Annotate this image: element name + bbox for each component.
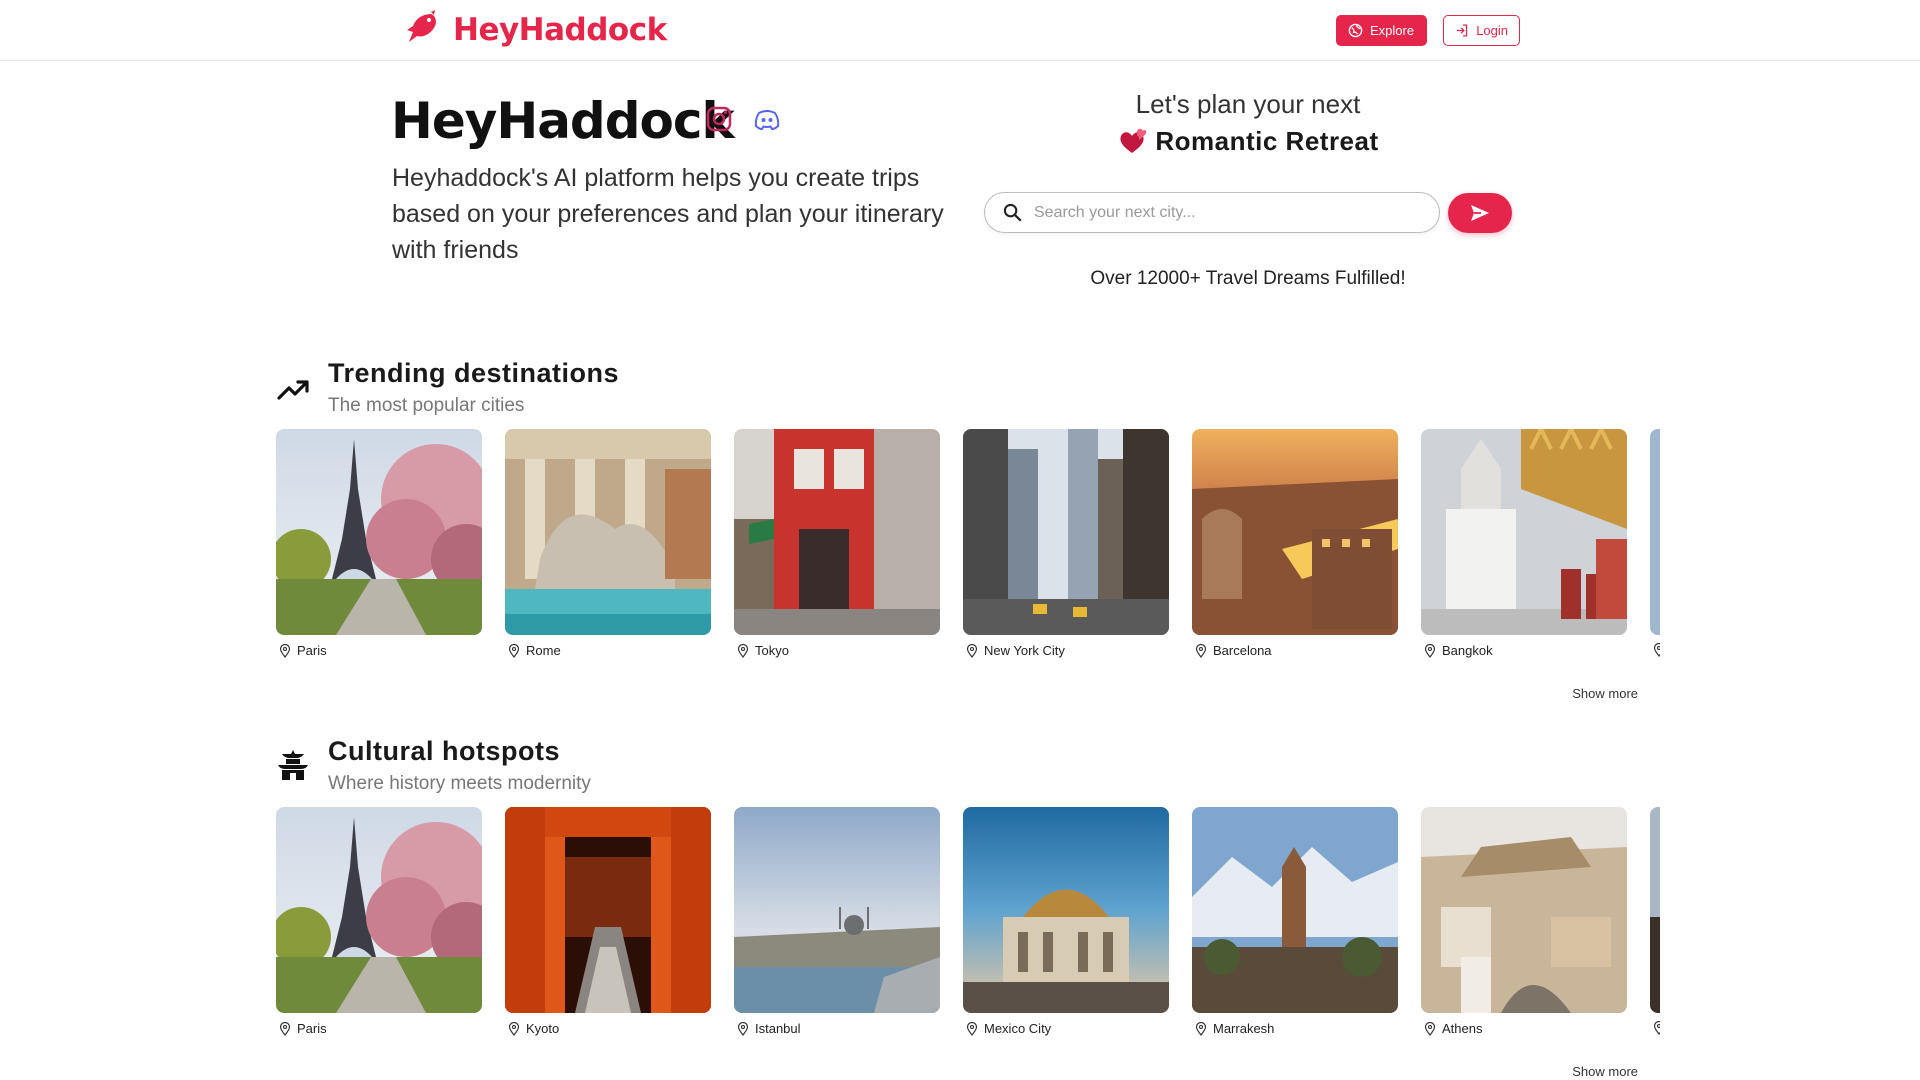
- marrakesh-photo: [1192, 807, 1398, 1013]
- location-pin-icon: [966, 643, 978, 658]
- city-name: Marrakesh: [1213, 1021, 1275, 1036]
- location-pin-icon: [1195, 643, 1207, 658]
- partial-photo: [1650, 807, 1660, 1013]
- section-title: Cultural hotspots: [328, 736, 560, 766]
- destination-card[interactable]: Bangkok: [1421, 429, 1627, 658]
- explore-label: Explore: [1370, 23, 1415, 38]
- card-row: Paris Rome Tokyo New York City Barcelona…: [276, 429, 1660, 669]
- destination-card[interactable]: Paris: [276, 429, 482, 658]
- destination-card[interactable]: Rome: [505, 429, 711, 658]
- fish-logo-icon: [407, 10, 436, 42]
- city-name: Kyoto: [526, 1021, 560, 1036]
- location-pin-icon: [1653, 1021, 1660, 1035]
- location-pin-icon: [1653, 643, 1660, 657]
- page-title: HeyHaddock: [391, 92, 735, 150]
- send-icon: [1471, 205, 1489, 221]
- destination-card[interactable]: Istanbul: [734, 807, 940, 1036]
- tokyo-photo: [734, 429, 940, 635]
- plan-prefix: Let's plan your next: [1135, 89, 1361, 119]
- login-button[interactable]: Login: [1443, 15, 1520, 46]
- location-pin-icon: [1424, 643, 1436, 658]
- destination-card[interactable]: [1650, 429, 1660, 657]
- istanbul-photo: [734, 807, 940, 1013]
- destination-card[interactable]: Paris: [276, 807, 482, 1036]
- barcelona-photo: [1192, 429, 1398, 635]
- section-title: Trending destinations: [328, 358, 620, 388]
- section-subtitle: The most popular cities: [328, 395, 525, 416]
- top-navbar: HeyHaddock Explore Login: [0, 0, 1920, 61]
- hero-description: Heyhaddock's AI platform helps you creat…: [392, 164, 944, 264]
- login-label: Login: [1476, 23, 1508, 38]
- location-pin-icon: [1195, 1021, 1207, 1036]
- paris-photo: [276, 429, 482, 635]
- paris-photo: [276, 807, 482, 1013]
- city-name: Paris: [297, 1021, 327, 1036]
- city-name: Athens: [1442, 1021, 1483, 1036]
- destination-card[interactable]: Marrakesh: [1192, 807, 1398, 1036]
- show-more-link[interactable]: Show more: [1572, 1064, 1638, 1079]
- city-name: Mexico City: [984, 1021, 1052, 1036]
- brand-name: HeyHaddock: [453, 12, 667, 48]
- location-pin-icon: [508, 643, 520, 658]
- destination-card[interactable]: Tokyo: [734, 429, 940, 658]
- brand-logo[interactable]: HeyHaddock: [401, 10, 667, 50]
- bangkok-photo: [1421, 429, 1627, 635]
- location-pin-icon: [966, 1021, 978, 1036]
- card-row: Paris Kyoto Istanbul Mexico City Marrake…: [276, 807, 1660, 1047]
- city-search-box[interactable]: [984, 192, 1440, 233]
- location-pin-icon: [737, 643, 749, 658]
- destination-card[interactable]: Kyoto: [505, 807, 711, 1036]
- athens-photo: [1421, 807, 1627, 1013]
- location-pin-icon: [508, 1021, 520, 1036]
- trending-up-icon: [277, 380, 309, 400]
- location-pin-icon: [1424, 1021, 1436, 1036]
- city-name: New York City: [984, 643, 1065, 658]
- destination-card[interactable]: Barcelona: [1192, 429, 1398, 658]
- search-submit-button[interactable]: [1448, 193, 1512, 233]
- two-hearts-icon: [1120, 128, 1147, 153]
- destination-card[interactable]: Athens: [1421, 807, 1627, 1036]
- city-name: Paris: [297, 643, 327, 658]
- instagram-icon[interactable]: [704, 104, 734, 134]
- explore-button[interactable]: Explore: [1336, 15, 1427, 46]
- partial-photo: [1650, 429, 1660, 635]
- section-trending: Trending destinations The most popular c…: [276, 356, 1660, 706]
- globe-icon: [1348, 23, 1363, 38]
- show-more-link[interactable]: Show more: [1572, 686, 1638, 701]
- new-york-photo: [963, 429, 1169, 635]
- plan-highlight-line: Romantic Retreat: [1048, 126, 1448, 157]
- destination-card[interactable]: Mexico City: [963, 807, 1169, 1036]
- login-icon: [1456, 24, 1468, 37]
- mexico-city-photo: [963, 807, 1169, 1013]
- section-cultural: Cultural hotspots Where history meets mo…: [276, 734, 1660, 1080]
- city-name: Rome: [526, 643, 561, 658]
- destination-card[interactable]: [1650, 807, 1660, 1035]
- city-name: Bangkok: [1442, 643, 1493, 658]
- fulfilled-count-text: Over 12000+ Travel Dreams Fulfilled!: [1090, 268, 1406, 289]
- search-input[interactable]: [1034, 203, 1414, 222]
- destination-card[interactable]: New York City: [963, 429, 1169, 658]
- city-name: Barcelona: [1213, 643, 1272, 658]
- pagoda-icon: [278, 750, 308, 780]
- location-pin-icon: [279, 1021, 291, 1036]
- location-pin-icon: [279, 643, 291, 658]
- rome-photo: [505, 429, 711, 635]
- plan-highlight: Romantic Retreat: [1155, 126, 1379, 156]
- search-icon: [1003, 203, 1022, 222]
- section-subtitle: Where history meets modernity: [328, 773, 591, 794]
- location-pin-icon: [737, 1021, 749, 1036]
- kyoto-photo: [505, 807, 711, 1013]
- discord-icon[interactable]: [752, 104, 782, 134]
- city-name: Tokyo: [755, 643, 789, 658]
- city-name: Istanbul: [755, 1021, 801, 1036]
